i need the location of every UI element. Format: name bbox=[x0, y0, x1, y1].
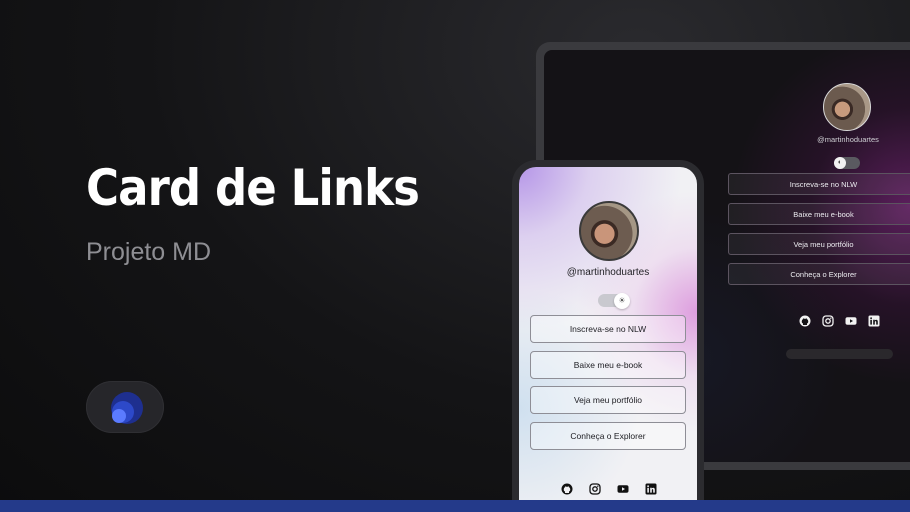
page-subtitle: Projeto MD bbox=[86, 238, 212, 266]
theme-toggle[interactable]: ◐ bbox=[834, 157, 860, 169]
link-button-ebook[interactable]: Baixe meu e-book bbox=[530, 350, 686, 379]
footer-placeholder bbox=[786, 349, 893, 359]
avatar bbox=[823, 83, 871, 131]
link-button-portfolio[interactable]: Veja meu portfólio bbox=[728, 233, 910, 255]
phone-mockup: @martinhoduartes ☀ Inscreva-se no NLW Ba… bbox=[512, 160, 704, 512]
link-button-portfolio[interactable]: Veja meu portfólio bbox=[530, 386, 686, 414]
youtube-icon[interactable] bbox=[845, 315, 857, 327]
youtube-icon[interactable] bbox=[617, 483, 629, 495]
github-icon[interactable] bbox=[561, 483, 573, 495]
link-list: Inscreva-se no NLW Baixe meu e-book Veja… bbox=[728, 173, 910, 293]
page-title: Card de Links bbox=[86, 159, 420, 217]
link-button-nlw[interactable]: Inscreva-se no NLW bbox=[530, 315, 686, 343]
profile-handle: @martinhoduartes bbox=[566, 267, 650, 278]
github-icon[interactable] bbox=[799, 315, 811, 327]
link-button-explorer[interactable]: Conheça o Explorer bbox=[728, 263, 910, 285]
linkedin-icon[interactable] bbox=[645, 483, 657, 495]
theme-toggle[interactable]: ☀ bbox=[598, 292, 630, 309]
phone-screen: @martinhoduartes ☀ Inscreva-se no NLW Ba… bbox=[519, 167, 697, 512]
social-links bbox=[799, 315, 880, 327]
instagram-icon[interactable] bbox=[822, 315, 834, 327]
logo-icon bbox=[111, 392, 143, 424]
instagram-icon[interactable] bbox=[589, 483, 601, 495]
moon-icon: ◐ bbox=[834, 157, 846, 169]
link-button-explorer[interactable]: Conheça o Explorer bbox=[530, 421, 686, 450]
bottom-accent-bar bbox=[0, 500, 910, 512]
sun-icon: ☀ bbox=[614, 292, 630, 309]
linkedin-icon[interactable] bbox=[868, 315, 880, 327]
profile-handle: @martinhoduartes bbox=[817, 135, 879, 144]
social-links bbox=[561, 483, 657, 495]
link-button-nlw[interactable]: Inscreva-se no NLW bbox=[728, 173, 910, 195]
link-list: Inscreva-se no NLW Baixe meu e-book Veja… bbox=[530, 315, 686, 457]
avatar bbox=[579, 201, 639, 261]
link-button-ebook[interactable]: Baixe meu e-book bbox=[728, 203, 910, 225]
